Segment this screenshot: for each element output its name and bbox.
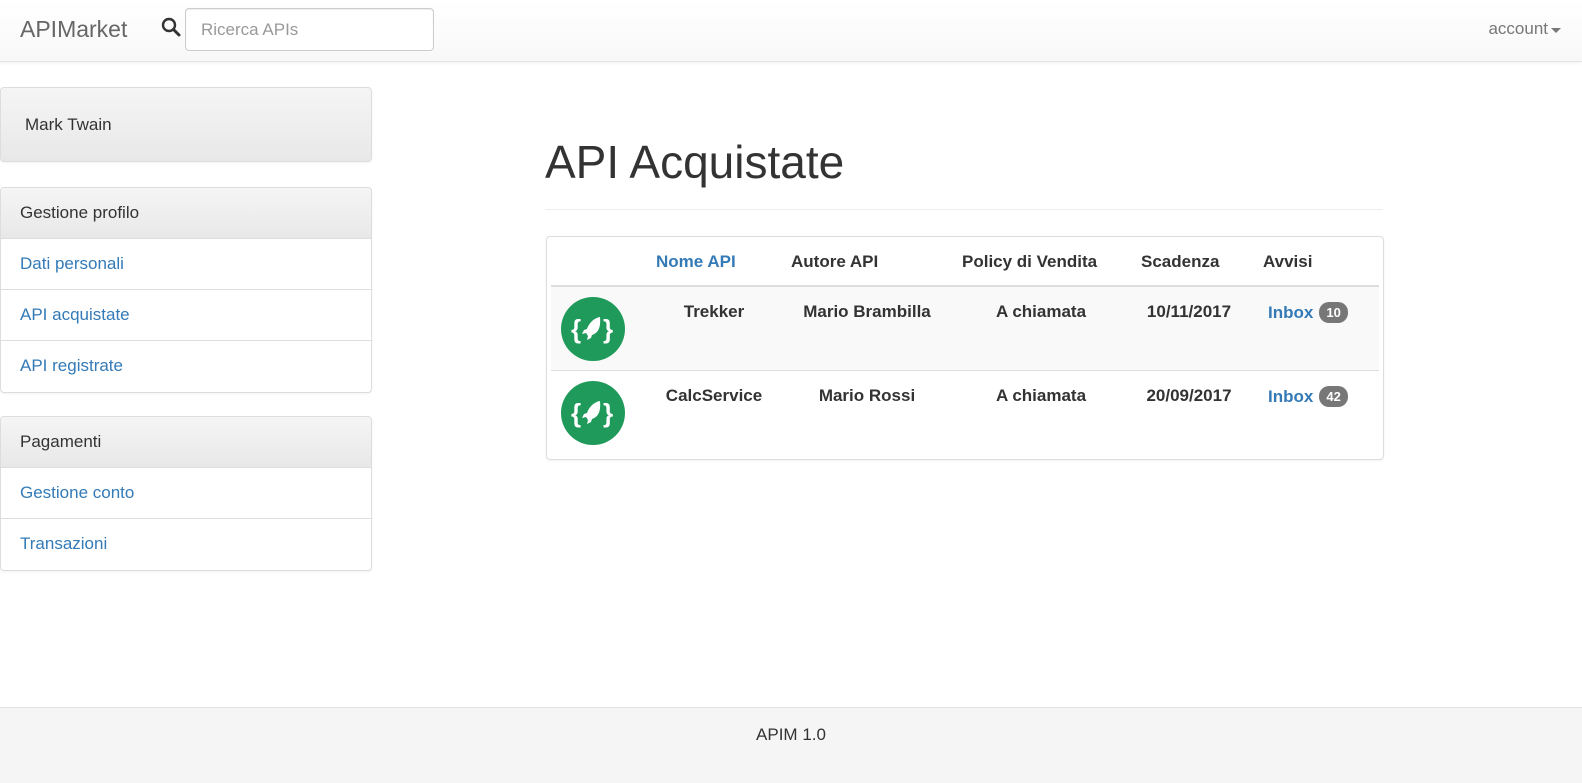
profile-menu-panel: Gestione profilo Dati personali API acqu… <box>0 187 372 393</box>
search-input[interactable] <box>185 8 434 51</box>
sidebar-item-api-acquistate[interactable]: API acquistate <box>1 290 371 341</box>
rocket-icon: { } <box>561 297 625 361</box>
api-author: Mario Rossi <box>818 386 916 405</box>
api-author: Mario Brambilla <box>803 302 931 321</box>
top-navbar: APIMarket account <box>0 0 1582 62</box>
footer-version: APIM 1.0 <box>756 725 826 744</box>
api-policy: A chiamata <box>995 302 1087 321</box>
title-divider <box>545 209 1383 210</box>
inbox-count-badge: 42 <box>1319 386 1348 407</box>
caret-down-icon <box>1551 27 1561 33</box>
account-dropdown[interactable]: account <box>1488 19 1561 39</box>
inbox-count-badge: 10 <box>1319 302 1348 323</box>
page-title: API Acquistate <box>545 136 845 188</box>
column-header-scadenza: Scadenza <box>1141 252 1220 271</box>
inbox-label[interactable]: Inbox <box>1268 303 1313 323</box>
table-row: { } CalcService Mario Rossi A chiamata 2… <box>551 371 1379 455</box>
account-label: account <box>1488 19 1548 38</box>
column-header-nome-api[interactable]: Nome API <box>656 252 736 272</box>
profile-menu-heading: Gestione profilo <box>1 188 371 239</box>
svg-text:}: } <box>603 398 613 428</box>
user-panel: Mark Twain <box>0 87 372 162</box>
sidebar-item-api-registrate[interactable]: API registrate <box>1 341 371 392</box>
footer: APIM 1.0 <box>0 707 1582 783</box>
api-expiry: 20/09/2017 <box>1146 386 1232 405</box>
svg-text:{: { <box>571 398 581 428</box>
api-policy: A chiamata <box>995 386 1087 405</box>
table-row: { } Trekker Mario Brambilla A chiamata 1… <box>551 287 1379 371</box>
purchased-apis-table: Nome API Autore API Policy di Vendita Sc… <box>546 236 1384 460</box>
column-header-policy: Policy di Vendita <box>962 252 1098 271</box>
svg-text:}: } <box>603 314 613 344</box>
table-header: Nome API Autore API Policy di Vendita Sc… <box>551 237 1379 287</box>
api-name: Trekker <box>683 302 745 321</box>
sidebar-item-gestione-conto[interactable]: Gestione conto <box>1 468 371 519</box>
user-name: Mark Twain <box>25 115 112 134</box>
column-header-avvisi: Avvisi <box>1263 252 1313 271</box>
sidebar-item-dati-personali[interactable]: Dati personali <box>1 239 371 290</box>
payments-menu-panel: Pagamenti Gestione conto Transazioni <box>0 416 372 571</box>
brand-logo[interactable]: APIMarket <box>20 16 127 43</box>
sidebar-item-transazioni[interactable]: Transazioni <box>1 519 371 570</box>
column-header-autore-api: Autore API <box>791 252 879 271</box>
api-expiry: 10/11/2017 <box>1146 302 1232 321</box>
svg-text:{: { <box>571 314 581 344</box>
api-name: CalcService <box>665 386 763 405</box>
inbox-link[interactable]: Inbox 10 <box>1268 302 1348 323</box>
rocket-icon: { } <box>561 381 625 445</box>
inbox-link[interactable]: Inbox 42 <box>1268 386 1348 407</box>
payments-menu-heading: Pagamenti <box>1 417 371 468</box>
search-icon[interactable] <box>160 16 182 38</box>
inbox-label[interactable]: Inbox <box>1268 387 1313 407</box>
